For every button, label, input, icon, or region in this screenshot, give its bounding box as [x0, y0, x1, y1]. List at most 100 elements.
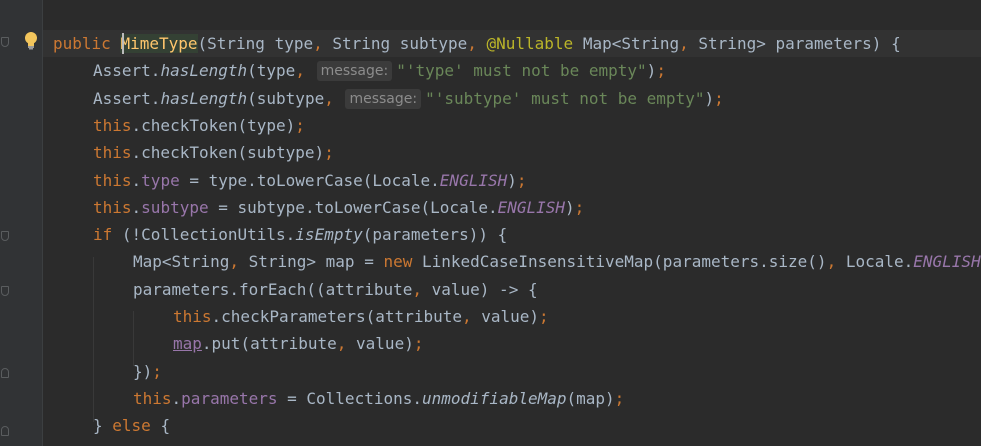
- gutter-divider: [42, 0, 43, 446]
- code-token: isEmpty: [295, 225, 363, 245]
- code-token: subtype: [141, 197, 209, 217]
- code-token: .: [171, 388, 182, 408]
- fold-marker-icon[interactable]: [1, 426, 9, 436]
- code-token: map: [173, 334, 202, 354]
- code-token: .put(attribute: [201, 334, 337, 354]
- code-token: ;: [324, 143, 334, 163]
- code-token: String> map =: [248, 252, 384, 272]
- code-line[interactable]: this.checkParameters(attribute, value);: [173, 303, 549, 330]
- code-token: ,: [679, 34, 699, 53]
- code-token: Assert.: [93, 88, 161, 108]
- code-token: ENGLISH: [913, 252, 981, 272]
- code-token: ,: [336, 334, 357, 354]
- code-token: ;: [413, 334, 424, 354]
- code-token: ,: [313, 34, 333, 53]
- code-token: ): [565, 197, 575, 217]
- code-token: @Nullable: [486, 34, 583, 53]
- code-line[interactable]: map.put(attribute, value);: [173, 330, 423, 357]
- code-token: (type: [247, 61, 296, 81]
- code-token: ENGLISH: [439, 170, 508, 190]
- code-token: ): [704, 88, 715, 108]
- code-token: .checkParameters(attribute: [211, 307, 462, 326]
- code-token: ,: [461, 307, 482, 326]
- code-token: Locale.: [845, 252, 914, 272]
- code-line[interactable]: this.type = type.toLowerCase(Locale.ENGL…: [93, 167, 527, 194]
- code-token: ;: [614, 388, 625, 408]
- code-line[interactable]: });: [133, 358, 162, 385]
- code-token: "'type' must not be empty": [396, 61, 647, 81]
- code-token: .checkToken(subtype): [131, 143, 325, 163]
- code-token: this: [133, 388, 172, 408]
- code-token: this: [93, 115, 132, 135]
- fold-marker-icon[interactable]: [1, 286, 9, 296]
- code-token: value): [356, 334, 414, 354]
- code-token: = subtype.toLowerCase(Locale.: [208, 197, 498, 217]
- code-token: if: [93, 225, 122, 245]
- code-token: MimeType: [120, 34, 198, 53]
- code-token: LinkedCaseInsensitiveMap(parameters.size…: [421, 252, 827, 272]
- code-token: ): [646, 61, 657, 81]
- code-token: {: [160, 416, 171, 436]
- text-caret: [122, 33, 124, 54]
- code-token: (map): [566, 388, 615, 408]
- fold-marker-icon[interactable]: [1, 37, 9, 47]
- code-token: (parameters)) {: [362, 225, 508, 245]
- code-line[interactable]: } else {: [93, 412, 170, 439]
- code-token: value) -> {: [431, 279, 538, 299]
- code-token: String> parameters) {: [698, 34, 901, 53]
- code-token: this: [93, 197, 132, 217]
- code-token: ,: [412, 279, 432, 299]
- fold-marker-icon[interactable]: [1, 231, 9, 241]
- code-token: ): [507, 170, 517, 190]
- code-token: }: [93, 416, 113, 436]
- code-token: = Collections.: [277, 388, 422, 408]
- code-token: value): [481, 307, 540, 326]
- code-line[interactable]: parameters.forEach((attribute, value) ->…: [133, 276, 538, 303]
- code-line[interactable]: Map<String, String> map = new LinkedCase…: [133, 248, 981, 275]
- code-token: = type.toLowerCase(Locale.: [179, 170, 440, 190]
- code-token: hasLength: [160, 61, 248, 81]
- code-line[interactable]: if (!CollectionUtils.isEmpty(parameters)…: [93, 221, 507, 248]
- code-token: this: [93, 170, 132, 190]
- code-token: (String type: [197, 34, 314, 53]
- parameter-hint: message:: [316, 61, 393, 82]
- code-token: else: [112, 416, 161, 436]
- code-token: .checkToken(type): [131, 115, 296, 135]
- code-token: .: [131, 197, 142, 217]
- code-token: unmodifiableMap: [422, 388, 567, 408]
- code-token: (!CollectionUtils.: [121, 225, 296, 245]
- code-token: (subtype: [247, 88, 325, 108]
- code-token: ;: [714, 88, 724, 108]
- code-token: this: [93, 143, 132, 163]
- code-token: ;: [516, 170, 527, 190]
- code-token: Map<String: [582, 34, 680, 53]
- editor-gutter[interactable]: [0, 0, 43, 446]
- code-line[interactable]: this.subtype = subtype.toLowerCase(Local…: [93, 194, 584, 221]
- code-line[interactable]: this.parameters = Collections.unmodifiab…: [133, 385, 624, 412]
- code-token: this: [173, 307, 212, 326]
- fold-marker-icon[interactable]: [1, 368, 9, 378]
- code-token: parameters: [181, 388, 278, 408]
- code-token: parameters.forEach((attribute: [133, 279, 413, 299]
- code-token: Assert.: [93, 61, 161, 81]
- lightbulb-icon[interactable]: [24, 31, 38, 51]
- code-token: ;: [539, 307, 549, 326]
- code-line[interactable]: this.checkToken(type);: [93, 112, 305, 139]
- code-line[interactable]: public MimeType(String type, String subt…: [53, 30, 901, 57]
- code-token: ,: [826, 252, 846, 272]
- code-editor[interactable]: public MimeType(String type, String subt…: [0, 0, 981, 446]
- code-line[interactable]: Assert.hasLength(type, message: "'type' m…: [93, 57, 666, 84]
- code-token: public: [53, 34, 121, 53]
- code-token: String subtype: [332, 34, 468, 53]
- parameter-hint: message:: [345, 88, 422, 109]
- code-token: }): [133, 361, 153, 381]
- code-line[interactable]: Assert.hasLength(subtype, message: "'subt…: [93, 85, 724, 112]
- code-token: hasLength: [160, 88, 248, 108]
- code-token: Map<String: [133, 252, 230, 272]
- code-token: .: [131, 170, 142, 190]
- code-line[interactable]: this.checkToken(subtype);: [93, 139, 334, 166]
- indent-guide: [93, 257, 94, 422]
- code-token: ;: [656, 61, 666, 81]
- code-token: new: [383, 252, 422, 272]
- code-token: ,: [295, 61, 315, 81]
